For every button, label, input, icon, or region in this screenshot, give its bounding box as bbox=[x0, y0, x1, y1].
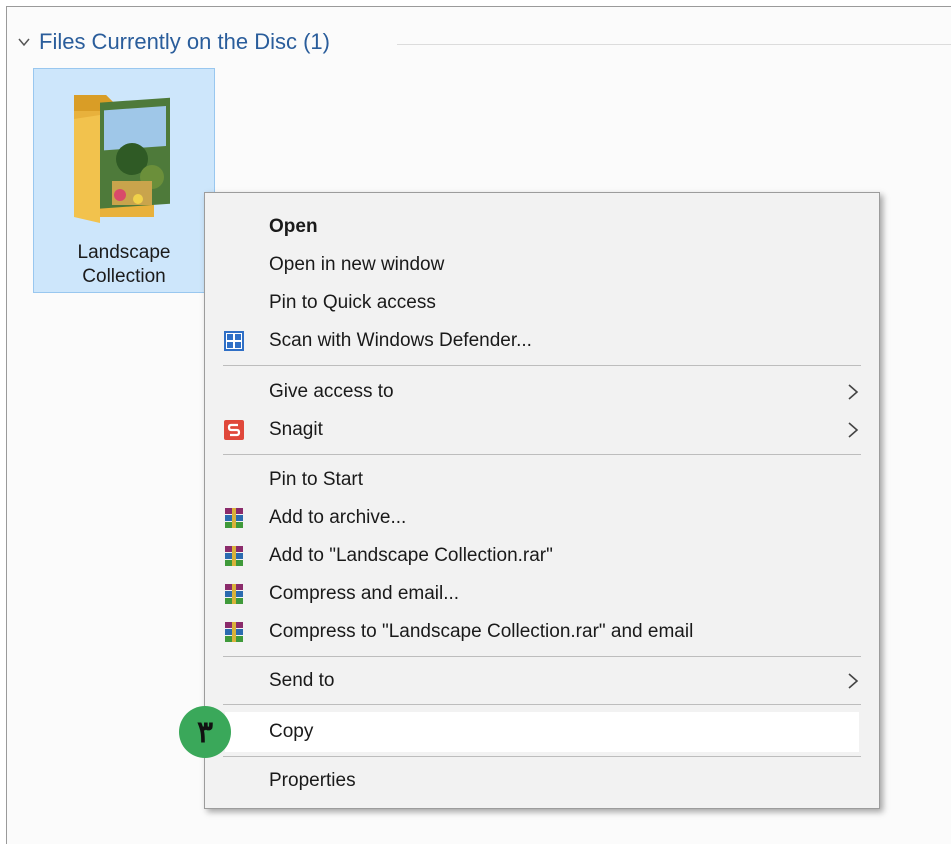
group-header[interactable]: Files Currently on the Disc (1) bbox=[17, 27, 330, 57]
windows-defender-icon bbox=[224, 331, 244, 351]
menu-item-pin-to-quick-access[interactable]: Pin to Quick access bbox=[205, 285, 879, 321]
menu-item-pin-to-start[interactable]: Pin to Start bbox=[205, 462, 879, 498]
group-divider bbox=[397, 44, 951, 45]
menu-separator bbox=[223, 756, 861, 757]
menu-separator bbox=[223, 454, 861, 455]
chevron-right-icon bbox=[848, 673, 859, 689]
menu-item-add-to-archive[interactable]: Add to archive... bbox=[205, 500, 879, 536]
menu-item-add-to-rar[interactable]: Add to "Landscape Collection.rar" bbox=[205, 538, 879, 574]
winrar-icon bbox=[225, 546, 243, 566]
folder-item[interactable]: Landscape Collection bbox=[33, 68, 215, 293]
menu-item-snagit[interactable]: Snagit bbox=[205, 412, 879, 448]
menu-separator bbox=[223, 365, 861, 366]
menu-item-send-to[interactable]: Send to bbox=[205, 663, 879, 699]
winrar-icon bbox=[225, 622, 243, 642]
winrar-icon bbox=[225, 508, 243, 528]
group-title: Files Currently on the Disc (1) bbox=[39, 29, 330, 54]
menu-item-compress-and-email[interactable]: Compress and email... bbox=[205, 576, 879, 612]
menu-item-properties[interactable]: Properties bbox=[205, 763, 879, 799]
menu-item-give-access-to[interactable]: Give access to bbox=[205, 374, 879, 410]
step-number-badge: ٣ bbox=[179, 706, 231, 758]
winrar-icon bbox=[225, 584, 243, 604]
menu-item-scan-with-defender[interactable]: Scan with Windows Defender... bbox=[205, 323, 879, 359]
menu-separator bbox=[223, 704, 861, 705]
menu-item-copy[interactable]: Copy bbox=[225, 712, 859, 752]
picture-folder-icon bbox=[74, 95, 170, 223]
chevron-right-icon bbox=[848, 422, 859, 438]
chevron-right-icon bbox=[848, 384, 859, 400]
menu-item-compress-to-rar-and-email[interactable]: Compress to "Landscape Collection.rar" a… bbox=[205, 614, 879, 650]
folder-name: Landscape Collection bbox=[77, 242, 171, 287]
chevron-down-icon[interactable] bbox=[17, 35, 31, 49]
menu-separator bbox=[223, 656, 861, 657]
snagit-icon bbox=[224, 420, 244, 440]
menu-item-open[interactable]: Open bbox=[205, 209, 879, 245]
context-menu: Open Open in new window Pin to Quick acc… bbox=[204, 192, 880, 809]
menu-item-open-in-new-window[interactable]: Open in new window bbox=[205, 247, 879, 283]
